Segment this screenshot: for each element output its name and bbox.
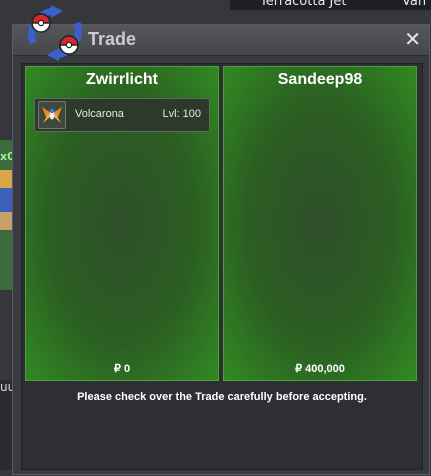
player-name-self: Zwirrlicht [85, 71, 158, 88]
trade-item-slot[interactable]: Volcarona Lvl: 100 [34, 98, 210, 132]
money-offer-self: ₽ 0 [113, 363, 131, 375]
trade-instruction: Please check over the Trade carefully be… [77, 391, 367, 403]
background-nameplates: Terracotta Jet Van [230, 0, 431, 10]
pokeball-swap-icon [28, 5, 82, 61]
background-player-name: Van [402, 0, 427, 9]
trade-content: Zwirrlicht Volcarona Lvl: 100 ₽ 0 Sandee… [21, 63, 423, 470]
pokemon-name: Volcarona [75, 108, 124, 120]
trade-window: Trade ✕ Zwirrlicht Volcarona Lvl: 100 ₽ … [12, 5, 430, 475]
trade-panel-self: Zwirrlicht Volcarona Lvl: 100 ₽ 0 [25, 66, 219, 381]
background-player-name: Terracotta Jet [260, 0, 347, 9]
pokeball-icon [31, 13, 51, 33]
pokeball-icon [59, 35, 79, 55]
background-character-sprite [0, 170, 12, 230]
player-name-partner: Sandeep98 [277, 71, 363, 88]
close-icon[interactable]: ✕ [404, 27, 421, 51]
volcarona-sprite-icon [38, 101, 66, 129]
trade-panel-partner: Sandeep98 ₽ 400,000 [223, 66, 417, 381]
pokemon-level: Lvl: 100 [162, 108, 201, 120]
money-offer-partner: ₽ 400,000 [295, 363, 345, 375]
window-title: Trade [88, 29, 137, 49]
